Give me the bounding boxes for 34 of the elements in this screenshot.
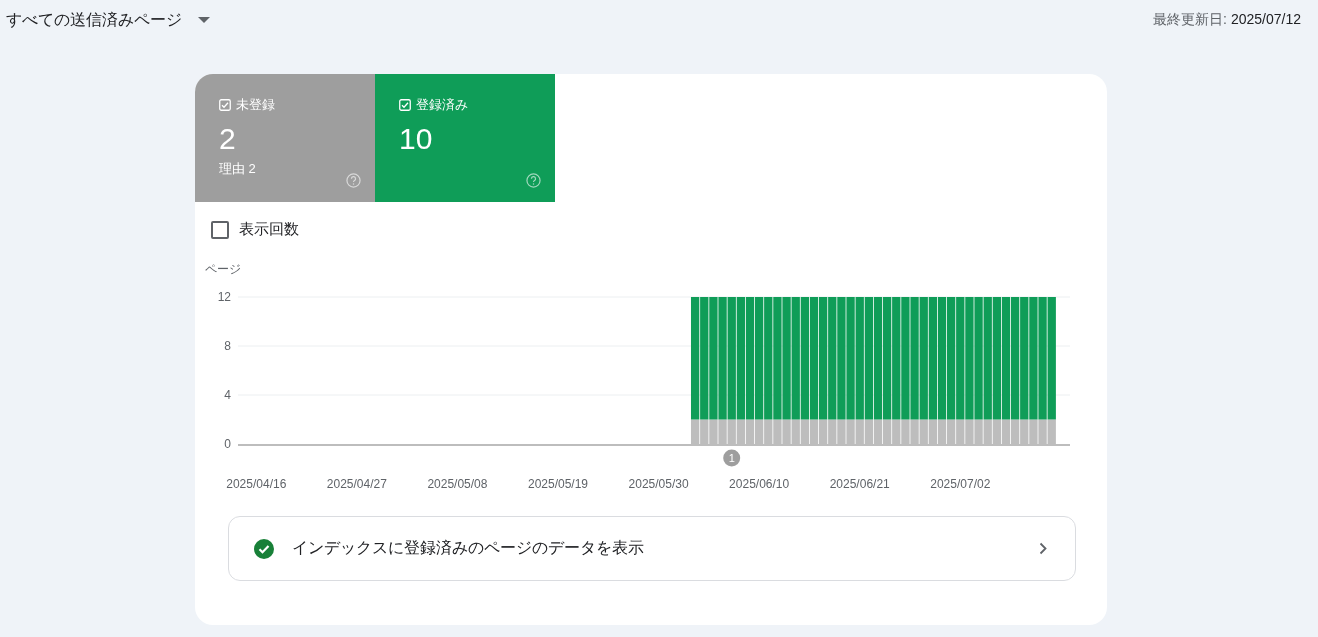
impressions-checkbox[interactable] xyxy=(211,220,229,239)
x-tick-label: 2025/05/19 xyxy=(527,477,589,491)
annotation-marker[interactable]: 1 xyxy=(723,449,741,467)
tile-label: 登録済み xyxy=(416,96,468,114)
tile-checkbox[interactable] xyxy=(219,99,231,111)
metric-tile[interactable]: 登録済み 10 xyxy=(375,74,555,202)
tile-checkbox[interactable] xyxy=(399,99,411,111)
chevron-right-icon xyxy=(1039,542,1047,555)
tile-subtitle: 理由 2 xyxy=(219,160,257,178)
check-circle-icon xyxy=(254,538,274,559)
y-tick-label: 0 xyxy=(224,437,231,451)
x-tick-label: 2025/06/10 xyxy=(729,477,790,491)
dropdown-caret-icon xyxy=(198,17,210,23)
help-icon[interactable] xyxy=(346,173,361,188)
y-tick-label: 12 xyxy=(217,290,231,304)
x-tick-label: 2025/05/08 xyxy=(427,477,488,491)
x-tick-label: 2025/04/16 xyxy=(226,477,287,491)
last-updated-label: 最終更新日: xyxy=(1153,11,1227,29)
view-indexed-pages-link[interactable]: インデックスに登録済みのページのデータを表示 xyxy=(228,516,1076,581)
tile-label: 未登録 xyxy=(236,96,275,114)
x-tick-label: 2025/06/21 xyxy=(829,477,890,491)
tile-value: 2 xyxy=(219,122,237,156)
last-updated-date: 2025/07/12 xyxy=(1230,11,1301,29)
y-tick-label: 8 xyxy=(224,339,231,353)
x-tick-label: 2025/07/02 xyxy=(930,477,991,491)
metric-tile[interactable]: 未登録 2 理由 2 xyxy=(195,74,375,202)
x-tick-label: 2025/05/30 xyxy=(628,477,689,491)
impressions-label: 表示回数 xyxy=(239,220,299,239)
x-tick-label: 2025/04/27 xyxy=(326,477,387,491)
y-axis-label: ページ xyxy=(205,262,241,276)
y-tick-label: 4 xyxy=(224,388,231,402)
tile-value: 10 xyxy=(399,122,434,156)
pages-dropdown[interactable]: すべての送信済みページ xyxy=(6,9,210,31)
help-icon[interactable] xyxy=(526,173,541,188)
